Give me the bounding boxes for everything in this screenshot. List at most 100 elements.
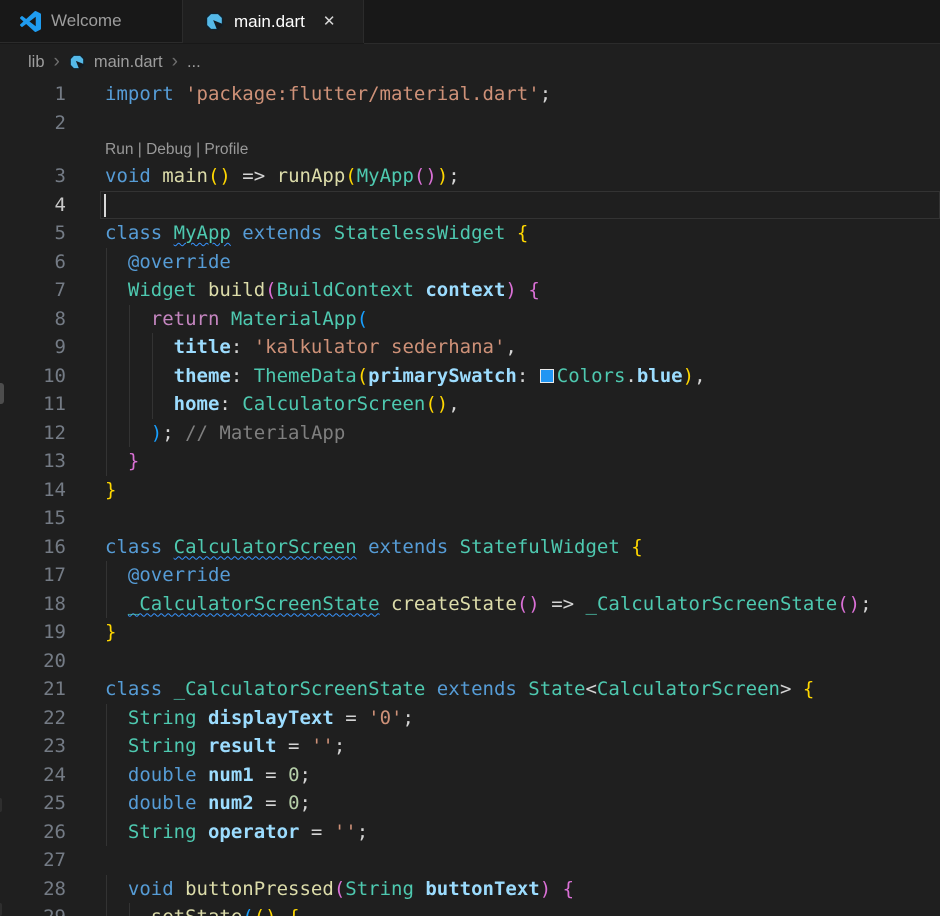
token xyxy=(105,336,174,358)
codelens-row[interactable]: Run | Debug | Profile xyxy=(0,137,940,162)
token: // MaterialApp xyxy=(185,422,345,444)
line-number[interactable]: 27 xyxy=(0,846,66,875)
code-line-24[interactable]: 24 double num1 = 0; xyxy=(0,761,940,790)
line-number[interactable]: 23 xyxy=(0,732,66,761)
line-number[interactable]: 21 xyxy=(0,675,66,704)
token: = xyxy=(277,735,311,757)
indent-guide xyxy=(106,761,107,790)
codelens-debug[interactable]: Debug xyxy=(146,141,192,158)
line-number[interactable]: 9 xyxy=(0,333,66,362)
token: ; xyxy=(300,764,311,786)
line-number[interactable]: 26 xyxy=(0,818,66,847)
code-text: theme: ThemeData(primarySwatch: Colors.b… xyxy=(105,362,940,391)
line-number[interactable]: 5 xyxy=(0,219,66,248)
code-line-1[interactable]: 1import 'package:flutter/material.dart'; xyxy=(0,80,940,109)
line-number[interactable]: 18 xyxy=(0,590,66,619)
code-line-2[interactable]: 2 xyxy=(0,109,940,138)
code-line-27[interactable]: 27 xyxy=(0,846,940,875)
token: double xyxy=(128,764,208,786)
code-line-5[interactable]: 5 class MyApp extends StatelessWidget { xyxy=(0,219,940,248)
code-line-8[interactable]: 8 return MaterialApp( xyxy=(0,305,940,334)
code-line-15[interactable]: 15 xyxy=(0,504,940,533)
indent-guide xyxy=(129,305,130,334)
line-number[interactable]: 14 xyxy=(0,476,66,505)
code-line-13[interactable]: 13 } xyxy=(0,447,940,476)
line-number[interactable]: 3 xyxy=(0,162,66,191)
breadcrumb-file-main-dart[interactable]: main.dart xyxy=(94,53,163,72)
tab-main-dart[interactable]: main.dart ✕ xyxy=(183,0,364,43)
line-number[interactable]: 13 xyxy=(0,447,66,476)
token: import xyxy=(105,83,185,105)
code-line-11[interactable]: 11 home: CalculatorScreen(), xyxy=(0,390,940,419)
line-number[interactable]: 20 xyxy=(0,647,66,676)
line-number[interactable]: 4 xyxy=(0,191,66,220)
token xyxy=(105,906,151,916)
code-line-17[interactable]: 17 @override xyxy=(0,561,940,590)
line-number[interactable]: 24 xyxy=(0,761,66,790)
line-number[interactable]: 12 xyxy=(0,419,66,448)
close-icon[interactable]: ✕ xyxy=(321,12,338,31)
line-number[interactable]: 22 xyxy=(0,704,66,733)
line-number[interactable]: 8 xyxy=(0,305,66,334)
indent-guide xyxy=(106,704,107,733)
line-number[interactable]: 6 xyxy=(0,248,66,277)
code-text: title: 'kalkulator sederhana', xyxy=(105,333,940,362)
vscode-window: { "tabs": [ { "label": "Welcome", "activ… xyxy=(0,0,940,916)
tab-welcome[interactable]: Welcome xyxy=(0,0,183,43)
token: , xyxy=(694,365,705,387)
code-line-9[interactable]: 9 title: 'kalkulator sederhana', xyxy=(0,333,940,362)
line-number[interactable]: 16 xyxy=(0,533,66,562)
line-number[interactable]: 2 xyxy=(0,109,66,138)
codelens-run[interactable]: Run xyxy=(105,141,133,158)
code-line-6[interactable]: 6 @override xyxy=(0,248,940,277)
code-line-22[interactable]: 22 String displayText = '0'; xyxy=(0,704,940,733)
line-number[interactable]: 7 xyxy=(0,276,66,305)
line-number[interactable]: 1 xyxy=(0,80,66,109)
token: home xyxy=(174,393,220,415)
breadcrumb-symbol-ellipsis[interactable]: ... xyxy=(187,53,201,72)
line-number[interactable]: 11 xyxy=(0,390,66,419)
code-line-23[interactable]: 23 String result = ''; xyxy=(0,732,940,761)
code-line-26[interactable]: 26 String operator = ''; xyxy=(0,818,940,847)
code-line-12[interactable]: 12 ); // MaterialApp xyxy=(0,419,940,448)
code-line-18[interactable]: 18 _CalculatorScreenState createState() … xyxy=(0,590,940,619)
code-text: class MyApp extends StatelessWidget { xyxy=(105,219,940,248)
breadcrumb-folder-lib[interactable]: lib xyxy=(28,53,45,72)
token: ; xyxy=(448,165,459,187)
color-swatch-icon[interactable] xyxy=(540,369,554,383)
dart-file-icon xyxy=(69,54,85,70)
line-number[interactable]: 17 xyxy=(0,561,66,590)
line-number[interactable]: 19 xyxy=(0,618,66,647)
line-number[interactable]: 28 xyxy=(0,875,66,904)
token: title xyxy=(174,336,231,358)
code-line-3[interactable]: 3void main() => runApp(MyApp()); xyxy=(0,162,940,191)
code-text: void buttonPressed(String buttonText) { xyxy=(105,875,940,904)
token: = xyxy=(299,821,333,843)
line-number[interactable]: 10 xyxy=(0,362,66,391)
token: ) xyxy=(540,878,551,900)
code-line-25[interactable]: 25 double num2 = 0; xyxy=(0,789,940,818)
code-line-16[interactable]: 16 class CalculatorScreen extends Statefu… xyxy=(0,533,940,562)
code-line-21[interactable]: 21class _CalculatorScreenState extends S… xyxy=(0,675,940,704)
code-line-7[interactable]: 7 Widget build(BuildContext context) { xyxy=(0,276,940,305)
code-text: class CalculatorScreen extends StatefulW… xyxy=(105,533,940,562)
code-line-10[interactable]: 10 theme: ThemeData(primarySwatch: Color… xyxy=(0,362,940,391)
code-line-14[interactable]: 14} xyxy=(0,476,940,505)
token xyxy=(105,878,128,900)
text-cursor xyxy=(104,194,106,217)
code-line-29[interactable]: 29 setState(() { xyxy=(0,903,940,916)
token: ThemeData xyxy=(254,365,357,387)
token: displayText xyxy=(208,707,334,729)
indent-guide xyxy=(129,390,130,419)
code-line-20[interactable]: 20 xyxy=(0,647,940,676)
line-number[interactable]: 15 xyxy=(0,504,66,533)
code-line-19[interactable]: 19} xyxy=(0,618,940,647)
codelens-profile[interactable]: Profile xyxy=(204,141,248,158)
token: StatelessWidget xyxy=(334,222,517,244)
line-number[interactable]: 25 xyxy=(0,789,66,818)
code-editor[interactable]: 1import 'package:flutter/material.dart';… xyxy=(0,80,940,916)
code-line-28[interactable]: 28 void buttonPressed(String buttonText)… xyxy=(0,875,940,904)
current-line-highlight xyxy=(100,191,940,220)
code-line-4[interactable]: 4 xyxy=(0,191,940,220)
line-number[interactable]: 29 xyxy=(0,903,66,916)
